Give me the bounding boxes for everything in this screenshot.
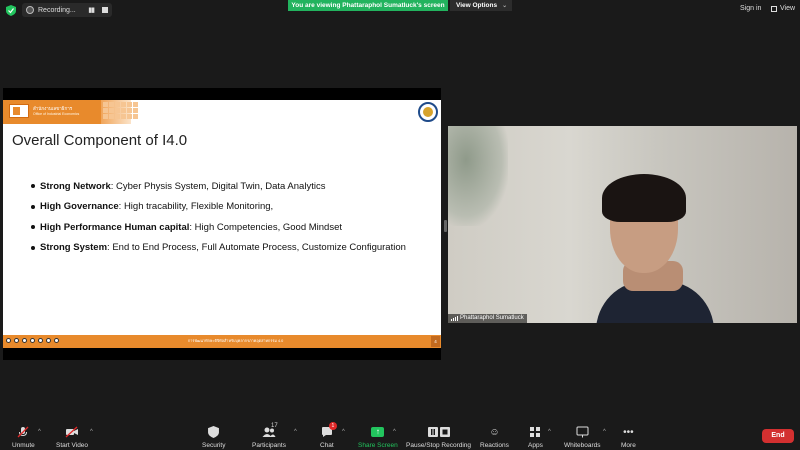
decorative-squares [103, 102, 138, 119]
zoom-icon[interactable] [38, 338, 43, 343]
bullet-text: : High tracability, Flexible Monitoring, [118, 201, 274, 213]
chat-unread-badge: 1 [328, 422, 337, 430]
camera-off-icon [65, 426, 79, 438]
participants-chevron-icon[interactable]: ^ [294, 429, 297, 435]
whiteboards-chevron-icon[interactable]: ^ [603, 429, 606, 435]
resize-handle[interactable] [444, 220, 447, 232]
slide-header: สำนักงานเลขาธิการ Office of Industrial E… [3, 100, 441, 124]
whiteboards-button[interactable]: Whiteboards [564, 426, 601, 449]
bullet-item: Strong System: End to End Process, Full … [31, 238, 406, 259]
bullet-text: : Cyber Physis System, Digital Twin, Dat… [110, 180, 326, 192]
participant-name: Phattaraphol Sumatluck [460, 315, 524, 321]
participants-label: Participants [252, 442, 286, 449]
signal-strength-icon [451, 316, 458, 321]
security-shield-icon[interactable] [6, 5, 16, 16]
more-options-icon[interactable] [46, 338, 51, 343]
chevron-down-icon: ⌄ [502, 3, 508, 9]
presentation-slide: สำนักงานเลขาธิการ Office of Industrial E… [3, 100, 441, 348]
next-slide-icon[interactable] [54, 338, 59, 343]
stop-recording-icon[interactable] [102, 7, 108, 13]
bullet-text: : High Competencies, Good Mindset [189, 221, 343, 233]
smiley-icon: ☺ [489, 426, 500, 438]
unmute-label: Unmute [12, 442, 35, 449]
recording-label: Recording... [38, 6, 76, 14]
screen-share-banner: You are viewing Phattaraphol Sumatluck's… [288, 0, 448, 11]
apps-button[interactable]: Apps [528, 426, 543, 449]
apps-icon [529, 426, 541, 438]
bullet-strong: Strong Network [40, 180, 111, 192]
share-screen-icon: ↑ [371, 427, 385, 437]
start-video-button[interactable]: Start Video [56, 426, 88, 449]
whiteboard-icon [576, 426, 589, 438]
chat-label: Chat [320, 442, 334, 449]
sign-in-link[interactable]: Sign in [740, 5, 761, 12]
recording-control-label: Pause/Stop Recording [406, 442, 472, 449]
participants-count: 17 [270, 423, 278, 429]
bullet-item: Strong Network: Cyber Physis System, Dig… [31, 176, 406, 197]
slides-grid-icon[interactable] [30, 338, 35, 343]
organization-logo [9, 104, 29, 118]
bullet-item: High Governance: High tracability, Flexi… [31, 197, 406, 218]
bullet-strong: Strong System [40, 242, 108, 254]
share-screen-label: Share Screen [358, 442, 398, 449]
pointer-tool-icon[interactable] [22, 338, 27, 343]
pause-stop-recording-button[interactable]: Pause/Stop Recording [406, 426, 471, 449]
chat-chevron-icon[interactable]: ^ [342, 429, 345, 435]
bullet-strong: High Performance Human capital [40, 221, 190, 233]
header-org-subname: Office of Industrial Economics [33, 112, 80, 116]
more-dots-icon: ••• [623, 426, 634, 438]
bullet-text: : End to End Process, Full Automate Proc… [107, 242, 406, 254]
chat-bubble-icon: 1 [321, 422, 337, 438]
apps-chevron-icon[interactable]: ^ [548, 429, 551, 435]
more-label: More [621, 442, 636, 449]
footer-text: การพัฒนาทักษะดิจิทัลสำหรับบุคลากรภาคอุตส… [188, 339, 284, 343]
chat-button[interactable]: 1 Chat [320, 422, 337, 449]
bullet-strong: High Governance [40, 201, 119, 213]
video-options-chevron-icon[interactable]: ^ [90, 429, 93, 435]
unmute-button[interactable]: Unmute [12, 426, 35, 449]
end-meeting-button[interactable]: End [762, 429, 794, 443]
view-button[interactable]: View [771, 5, 795, 12]
slide-page-number: 4 [431, 336, 440, 347]
people-icon: 17 [262, 423, 278, 438]
bullet-item: High Performance Human capital: High Com… [31, 217, 406, 238]
participant-video[interactable]: Phattaraphol Sumatluck [448, 126, 797, 323]
audio-options-chevron-icon[interactable]: ^ [38, 429, 41, 435]
reactions-label: Reactions [480, 442, 509, 449]
security-label: Security [202, 442, 226, 449]
participant-name-tag: Phattaraphol Sumatluck [448, 314, 527, 323]
view-options-label: View Options [456, 2, 498, 9]
whiteboards-label: Whiteboards [564, 442, 601, 449]
pause-recording-icon[interactable]: ▮▮ [88, 6, 95, 14]
slide-footer: การพัฒนาทักษะดิจิทัลสำหรับบุคลากรภาคอุตส… [3, 335, 441, 348]
recording-indicator: Recording... ▮▮ [22, 3, 112, 17]
pause-stop-icon [427, 426, 451, 438]
bullet-list: Strong Network: Cyber Physis System, Dig… [31, 176, 406, 258]
apps-label: Apps [528, 442, 543, 449]
header-org-name: สำนักงานเลขาธิการ [33, 106, 73, 111]
start-video-label: Start Video [56, 442, 89, 449]
more-button[interactable]: ••• More [621, 426, 636, 450]
microphone-muted-icon [17, 426, 29, 438]
reactions-button[interactable]: ☺ Reactions [480, 426, 509, 450]
share-screen-button[interactable]: ↑ Share Screen [358, 426, 398, 449]
pen-tool-icon[interactable] [14, 338, 19, 343]
grid-view-icon [771, 5, 777, 12]
security-button[interactable]: Security [202, 426, 225, 449]
view-label: View [780, 5, 796, 12]
slide-title: Overall Component of I4.0 [12, 132, 188, 149]
slideshow-controls[interactable] [6, 338, 59, 343]
meeting-toolbar: Unmute ^ Start Video ^ Security 17 Parti… [0, 418, 800, 450]
prev-slide-icon[interactable] [6, 338, 11, 343]
participants-button[interactable]: 17 Participants [252, 423, 286, 449]
share-options-chevron-icon[interactable]: ^ [393, 429, 396, 435]
view-options-button[interactable]: View Options ⌄ [450, 0, 512, 11]
university-seal-logo [418, 102, 438, 122]
shield-icon [208, 426, 220, 438]
shared-screen: สำนักงานเลขาธิการ Office of Industrial E… [3, 88, 441, 360]
recording-icon [26, 6, 34, 14]
